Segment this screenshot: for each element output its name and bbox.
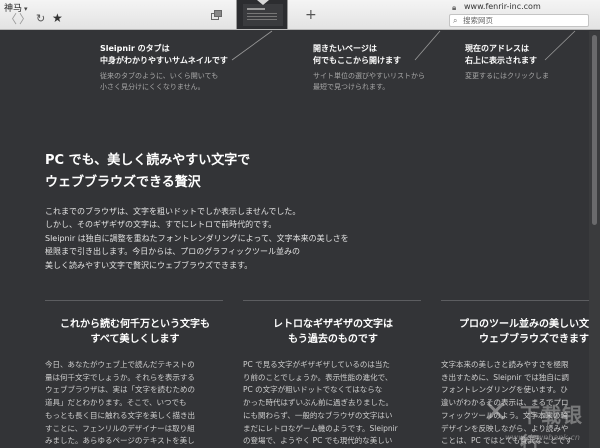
search-icon: ⌕: [453, 16, 458, 25]
watermark-url: www.downbank.cn: [505, 433, 580, 442]
search-input[interactable]: [463, 15, 587, 26]
tab-thumbnail[interactable]: [236, 0, 288, 29]
column-divider-1: [45, 300, 223, 301]
annotation-tabs: Sleipnir のタブは 中身がわかりやすいサムネイルです 従来のタブのように…: [100, 43, 240, 93]
feature-title: これから読む何千万という文字も すべて美しくします: [60, 319, 210, 345]
annotation-title: Sleipnir のタブは 中身がわかりやすいサムネイルです: [100, 44, 228, 65]
annotation-subtext: 変更するにはクリックしま: [465, 72, 549, 80]
forward-button[interactable]: 〉: [19, 12, 31, 26]
annotation-title: 現在のアドレスは 右上に表示されます: [465, 44, 537, 65]
plus-icon: +: [305, 7, 317, 23]
feature-title: レトロなギザギザの文字は もう過去のものです: [273, 319, 393, 345]
scrollbar-thumb[interactable]: [592, 35, 597, 225]
forward-arrow-icon: 〉: [19, 12, 32, 26]
hero-body: これまでのブラウザは、文字を粗いドットでしか表示しませんでした。 しかし、そのギ…: [45, 207, 349, 270]
reload-button[interactable]: ↻: [36, 12, 45, 26]
browser-toolbar: 神马 ▾ 〈 〉 ↻ ★ + 🔒︎ www.fenrir-inc.com ⌕: [0, 0, 600, 30]
hero-section: PC でも、美しく読みやすい文字で ウェブブラウズできる贅沢 これまでのブラウザ…: [45, 150, 465, 272]
feature-body: 今日、あなたがウェブ上で読んだテキストの 量は何千文字でしょうか。それらを表示す…: [45, 360, 195, 446]
tab-pointer: [257, 0, 269, 5]
lock-icon: 🔒︎: [452, 3, 457, 12]
address-display[interactable]: www.fenrir-inc.com: [464, 2, 541, 11]
annotation-address: 現在のアドレスは 右上に表示されます 変更するにはクリックしま: [465, 43, 587, 82]
hero-heading: PC でも、美しく読みやすい文字で ウェブブラウズできる贅沢: [45, 153, 251, 190]
back-button[interactable]: 〈: [5, 12, 17, 26]
tab-list-button[interactable]: [211, 10, 222, 20]
annotation-open-page: 開きたいページは 何でもここから開けます サイト単位の選びやすいリストから 最短…: [313, 43, 433, 93]
annotation-subtext: サイト単位の選びやすいリストから 最短で見つけられます。: [313, 72, 425, 91]
tabs-icon-front: [214, 10, 222, 17]
feature-title: プロのツール並みの美しい文 ウェブブラウズできます: [459, 319, 589, 345]
bookmark-button[interactable]: ★: [52, 11, 63, 25]
watermark-logo-icon: ✕: [483, 395, 509, 430]
column-divider-3: [441, 300, 589, 301]
annotation-title: 開きたいページは 何でもここから開けます: [313, 44, 401, 65]
annotation-subtext: 従来のタブのように、いくら開いても 小さく見分けにくくなりません。: [100, 72, 219, 91]
feature-column-2: レトロなギザギザの文字は もう過去のものです PC で見る文字がギザギザしている…: [243, 318, 423, 448]
new-tab-button[interactable]: +: [305, 8, 317, 22]
column-divider-2: [243, 300, 421, 301]
star-icon: ★: [52, 11, 63, 25]
reload-icon: ↻: [36, 12, 46, 25]
feature-column-1: これから読む何千万という文字も すべて美しくします 今日、あなたがウェブ上で読ん…: [45, 318, 225, 448]
tab-thumbnail-preview: [243, 4, 283, 26]
feature-body: PC で見る文字がギザギザしているのは当た り前のことでしょうか。表示性能の進化…: [243, 360, 398, 446]
search-box[interactable]: ⌕: [449, 14, 589, 27]
back-arrow-icon: 〈: [5, 12, 18, 26]
watermark: ✕ 下载银行 www.downbank.cn: [475, 393, 600, 448]
vertical-scrollbar[interactable]: [589, 31, 600, 448]
